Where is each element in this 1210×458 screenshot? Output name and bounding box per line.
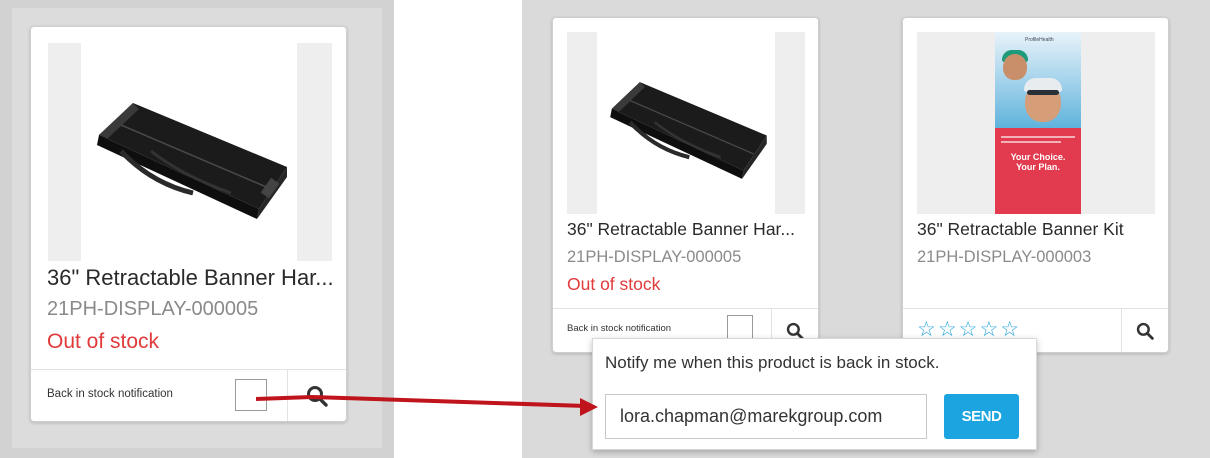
banner-tagline: Your Choice. Your Plan. — [1010, 152, 1066, 172]
card-footer: Back in stock notification — [31, 369, 346, 421]
notify-popup: Notify me when this product is back in s… — [592, 338, 1037, 450]
stock-status: Out of stock — [47, 330, 160, 353]
product-sku: 21PH-DISPLAY-000005 — [567, 248, 742, 266]
swimmer-face — [1003, 54, 1027, 80]
quick-view-button[interactable] — [287, 370, 346, 421]
screenshot-stage: 36" Retractable Banner Har... 21PH-DISPL… — [0, 0, 1210, 458]
back-in-stock-checkbox[interactable] — [235, 379, 267, 411]
product-card[interactable]: ProfileHealth Your Choice. Your Plan. 36… — [902, 17, 1169, 353]
search-icon — [786, 322, 804, 340]
black-banner-case-image — [610, 82, 767, 179]
back-in-stock-label: Back in stock notification — [47, 388, 173, 400]
banner-fine-print — [1001, 141, 1061, 143]
product-title[interactable]: 36" Retractable Banner Har... — [567, 219, 809, 240]
product-sku: 21PH-DISPLAY-000003 — [917, 248, 1092, 266]
product-sku: 21PH-DISPLAY-000005 — [47, 298, 259, 320]
product-image[interactable] — [81, 43, 297, 261]
quick-view-button[interactable] — [1121, 309, 1168, 352]
product-title[interactable]: 36" Retractable Banner Har... — [47, 265, 337, 291]
product-image[interactable] — [597, 32, 775, 214]
notify-message: Notify me when this product is back in s… — [605, 353, 940, 372]
product-card[interactable]: 36" Retractable Banner Har... 21PH-DISPL… — [552, 17, 819, 353]
send-button[interactable]: SEND — [944, 394, 1019, 439]
banner-fine-print — [1001, 136, 1075, 138]
banner-logo: ProfileHealth — [1025, 37, 1054, 43]
black-banner-case-image — [97, 103, 287, 219]
back-in-stock-label: Back in stock notification — [567, 323, 672, 334]
email-field[interactable] — [605, 394, 927, 439]
product-image[interactable]: ProfileHealth Your Choice. Your Plan. — [995, 32, 1081, 214]
product-image-area — [48, 43, 332, 261]
product-image-area — [567, 32, 805, 214]
swimmer-goggles — [1027, 90, 1059, 95]
product-image-area: ProfileHealth Your Choice. Your Plan. — [917, 32, 1155, 214]
search-icon — [307, 385, 328, 407]
search-icon — [1136, 322, 1154, 340]
product-card-zoomed[interactable]: 36" Retractable Banner Har... 21PH-DISPL… — [30, 26, 347, 422]
stock-status: Out of stock — [567, 274, 661, 294]
product-title[interactable]: 36" Retractable Banner Kit — [917, 219, 1159, 240]
